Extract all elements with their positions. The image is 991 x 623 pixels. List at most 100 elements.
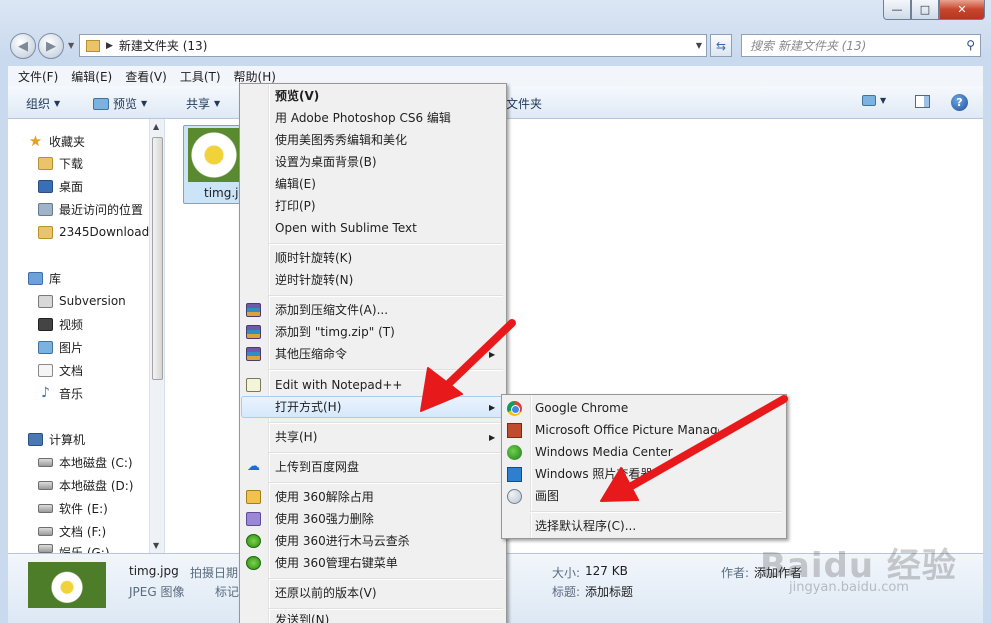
menu-item-rotate-ccw[interactable]: 逆时针旋转(N) bbox=[275, 270, 353, 290]
menu-item-edit[interactable]: 编辑(E) bbox=[275, 174, 316, 194]
menu-item-baidu-upload[interactable]: 上传到百度网盘 bbox=[275, 457, 359, 477]
search-icon[interactable]: ⚲ bbox=[966, 38, 975, 52]
share-button[interactable]: 共享 ▼ bbox=[186, 95, 220, 112]
menu-item-meitu[interactable]: 使用美图秀秀编辑和美化 bbox=[275, 130, 407, 150]
refresh-button[interactable]: ⇆ bbox=[710, 34, 732, 57]
nav-music[interactable]: ♪ 音乐 bbox=[38, 383, 83, 403]
star-icon: ★ bbox=[28, 131, 43, 150]
menu-item-360-menu[interactable]: 使用 360管理右键菜单 bbox=[275, 553, 398, 573]
menu-item-add-zip[interactable]: 添加到 "timg.zip" (T) bbox=[275, 322, 395, 342]
nav-drive-f[interactable]: 文档 (F:) bbox=[38, 521, 106, 541]
scroll-down-icon[interactable]: ▼ bbox=[153, 541, 159, 550]
details-title-value[interactable]: 添加标题 bbox=[585, 583, 633, 600]
preview-label: 预览 bbox=[113, 97, 138, 111]
menu-item-send-to[interactable]: 发送到(N) bbox=[275, 610, 329, 623]
menu-item-preview[interactable]: 预览(V) bbox=[275, 86, 319, 106]
video-icon bbox=[38, 317, 53, 331]
nav-label: 收藏夹 bbox=[49, 134, 86, 149]
back-button[interactable]: ◀ bbox=[10, 33, 36, 59]
search-input[interactable]: 搜索 新建文件夹 (13) ⚲ bbox=[741, 34, 981, 57]
nav-documents[interactable]: 文档 bbox=[38, 360, 83, 380]
nav-drive-g[interactable]: 娱乐 (G:) bbox=[38, 544, 110, 553]
breadcrumb-chevron-icon[interactable]: ▶ bbox=[106, 41, 113, 51]
minimize-button[interactable]: — bbox=[883, 0, 911, 20]
close-button[interactable]: ✕ bbox=[939, 0, 985, 20]
change-view-button[interactable]: ▼ bbox=[862, 95, 886, 106]
document-icon bbox=[38, 363, 53, 377]
menu-item-share[interactable]: 共享(H) bbox=[275, 427, 317, 447]
nav-drive-e[interactable]: 软件 (E:) bbox=[38, 498, 108, 518]
menu-file[interactable]: 文件(F) bbox=[18, 68, 58, 85]
nav-drive-d[interactable]: 本地磁盘 (D:) bbox=[38, 475, 133, 495]
submenu-item-choose-default[interactable]: 选择默认程序(C)... bbox=[535, 516, 636, 536]
menu-item-360-unlock[interactable]: 使用 360解除占用 bbox=[275, 487, 374, 507]
recent-pages-dropdown[interactable]: ▼ bbox=[68, 41, 74, 50]
nav-pictures[interactable]: 图片 bbox=[38, 337, 83, 357]
organize-button[interactable]: 组织 ▼ bbox=[26, 95, 60, 112]
submenu-item-wmc[interactable]: Windows Media Center bbox=[535, 442, 673, 462]
nav-libraries[interactable]: 库 bbox=[28, 268, 61, 288]
menu-item-notepadpp[interactable]: Edit with Notepad++ bbox=[275, 375, 402, 395]
nav-label: 软件 (E:) bbox=[59, 501, 108, 516]
address-bar[interactable]: ▶ 新建文件夹 (13) ▼ bbox=[79, 34, 707, 57]
nav-2345downloads[interactable]: 2345Downloads bbox=[38, 222, 155, 242]
notepad-icon bbox=[246, 378, 261, 392]
menu-item-360-scan[interactable]: 使用 360进行木马云查杀 bbox=[275, 531, 410, 551]
menu-item-sublime[interactable]: Open with Sublime Text bbox=[275, 218, 417, 238]
menu-item-photoshop[interactable]: 用 Adobe Photoshop CS6 编辑 bbox=[275, 108, 451, 128]
forward-button[interactable]: ▶ bbox=[38, 33, 64, 59]
file-name: timg.j bbox=[204, 186, 239, 200]
chevron-down-icon: ▼ bbox=[880, 96, 887, 105]
nav-subversion[interactable]: Subversion bbox=[38, 291, 126, 311]
maximize-button[interactable]: □ bbox=[911, 0, 939, 20]
menu-view[interactable]: 查看(V) bbox=[125, 68, 167, 85]
nav-drive-c[interactable]: 本地磁盘 (C:) bbox=[38, 452, 133, 472]
nav-downloads[interactable]: 下载 bbox=[38, 153, 83, 173]
preview-button[interactable]: 预览 ▼ bbox=[93, 95, 147, 112]
menu-help[interactable]: 帮助(H) bbox=[234, 68, 276, 85]
submenu-item-photo-viewer[interactable]: Windows 照片查看器 bbox=[535, 464, 652, 484]
winrar-icon bbox=[246, 347, 261, 361]
nav-label: 图片 bbox=[59, 340, 84, 355]
help-button[interactable]: ? bbox=[951, 94, 968, 111]
nav-desktop[interactable]: 桌面 bbox=[38, 176, 83, 196]
scroll-up-icon[interactable]: ▲ bbox=[153, 122, 159, 131]
menu-edit[interactable]: 编辑(E) bbox=[71, 68, 112, 85]
new-folder-button[interactable]: 文件夹 bbox=[506, 95, 542, 112]
submenu-item-chrome[interactable]: Google Chrome bbox=[535, 398, 628, 418]
details-title-label: 标题: bbox=[552, 585, 581, 599]
details-size-label: 大小: bbox=[552, 566, 581, 580]
breadcrumb-current-folder[interactable]: 新建文件夹 (13) bbox=[119, 37, 207, 54]
address-dropdown-icon[interactable]: ▼ bbox=[696, 41, 702, 50]
submenu-item-office-picture-manager[interactable]: Microsoft Office Picture Manager bbox=[535, 420, 719, 440]
menu-item-wallpaper[interactable]: 设置为桌面背景(B) bbox=[275, 152, 377, 172]
preview-pane-button[interactable] bbox=[915, 95, 930, 108]
scrollbar-thumb[interactable] bbox=[152, 137, 163, 380]
nav-label: 音乐 bbox=[59, 386, 84, 401]
menu-separator bbox=[269, 578, 503, 580]
folder-icon bbox=[38, 225, 53, 239]
drive-icon bbox=[38, 503, 53, 513]
picture-icon bbox=[38, 340, 53, 354]
menu-tools[interactable]: 工具(T) bbox=[180, 68, 221, 85]
view-icon bbox=[862, 95, 876, 106]
nav-scrollbar[interactable]: ▲ ▼ bbox=[149, 119, 164, 553]
menu-separator bbox=[269, 452, 503, 454]
nav-label: 下载 bbox=[59, 156, 84, 171]
menu-item-add-archive[interactable]: 添加到压缩文件(A)... bbox=[275, 300, 388, 320]
nav-recent[interactable]: 最近访问的位置 bbox=[38, 199, 143, 219]
drive-icon bbox=[38, 457, 53, 467]
nav-favorites[interactable]: ★ 收藏夹 bbox=[28, 131, 85, 151]
menu-item-360-delete[interactable]: 使用 360强力删除 bbox=[275, 509, 374, 529]
menu-item-print[interactable]: 打印(P) bbox=[275, 196, 316, 216]
nav-videos[interactable]: 视频 bbox=[38, 314, 83, 334]
preview-icon bbox=[93, 97, 109, 110]
menu-item-rotate-cw[interactable]: 顺时针旋转(K) bbox=[275, 248, 352, 268]
menu-item-other-compress[interactable]: 其他压缩命令 bbox=[275, 344, 347, 364]
submenu-item-paint[interactable]: 画图 bbox=[535, 486, 559, 506]
menu-item-open-with[interactable]: 打开方式(H) bbox=[275, 397, 341, 417]
menu-item-restore-versions[interactable]: 还原以前的版本(V) bbox=[275, 583, 377, 603]
details-date-label: 拍摄日期 bbox=[190, 566, 239, 580]
library-icon bbox=[38, 294, 53, 308]
nav-computer[interactable]: 计算机 bbox=[28, 429, 85, 449]
